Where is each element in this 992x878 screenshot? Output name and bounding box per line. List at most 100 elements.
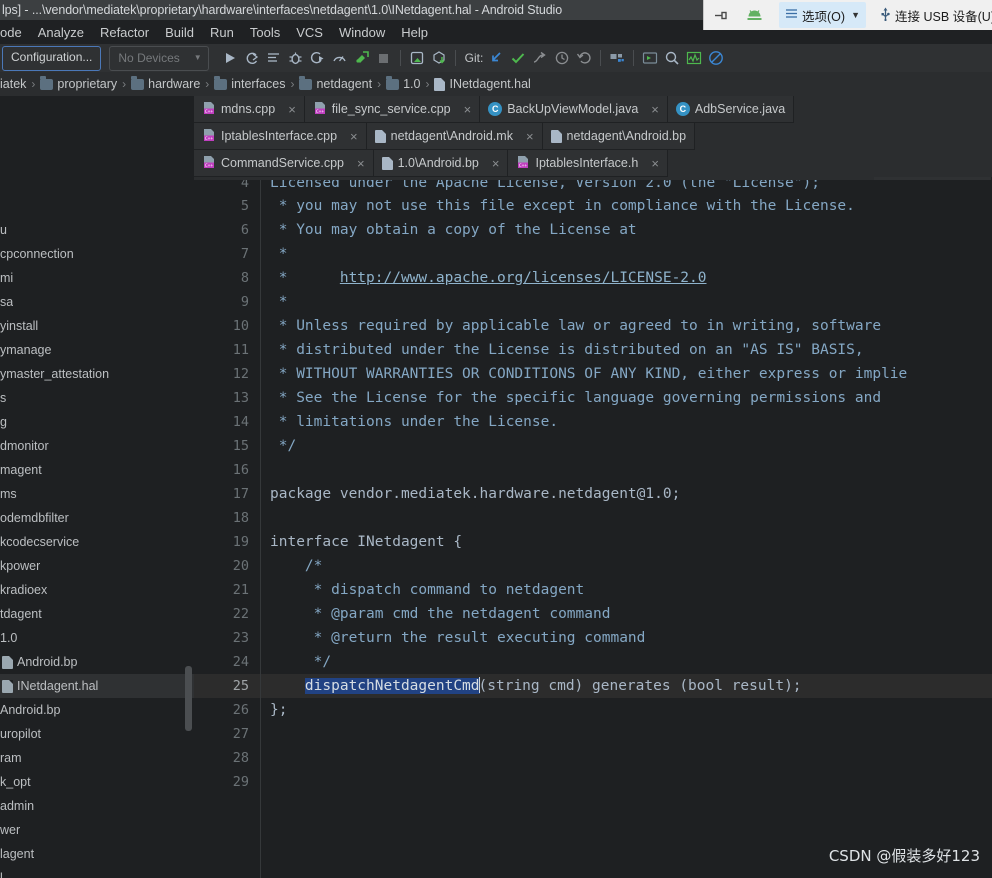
tree-item-0[interactable]: u [0, 218, 194, 242]
code-line[interactable]: * limitations under the License. [261, 410, 992, 434]
editor-tab[interactable]: C++ file_sync_service.cpp × [304, 96, 481, 123]
project-structure-icon[interactable] [606, 47, 628, 69]
breadcrumb-item-4[interactable]: netdagent [299, 75, 372, 91]
editor-tab[interactable]: C BackUpViewModel.java × [480, 96, 668, 123]
code-line[interactable]: * distributed under the License is distr… [261, 338, 992, 362]
tree-item-1[interactable]: cpconnection [0, 242, 194, 266]
sync-project-icon[interactable] [428, 47, 450, 69]
close-icon[interactable]: × [464, 102, 472, 117]
tree-item-3[interactable]: sa [0, 290, 194, 314]
tree-item-24[interactable]: admin [0, 794, 194, 818]
project-tree-scrollbar[interactable] [185, 666, 192, 731]
menu-refactor[interactable]: Refactor [92, 23, 157, 42]
breadcrumb-item-1[interactable]: proprietary [40, 75, 117, 91]
device-selector[interactable]: No Devices ▼ [109, 45, 209, 71]
tree-item-25[interactable]: wer [0, 818, 194, 842]
breadcrumb-item-3[interactable]: interfaces [214, 75, 285, 91]
profiler-icon[interactable] [329, 47, 351, 69]
history-icon[interactable] [551, 47, 573, 69]
tree-item-10[interactable]: magent [0, 458, 194, 482]
android-device-icon[interactable] [738, 2, 771, 28]
connect-usb-device-button[interactable]: 连接 USB 设备(U) ▼ [874, 2, 992, 28]
editor-tab[interactable]: C++ CommandService.cpp × [194, 150, 374, 177]
code-line[interactable]: */ [261, 650, 992, 674]
run-with-coverage-icon[interactable] [263, 47, 285, 69]
code-line[interactable]: * dispatch command to netdagent [261, 578, 992, 602]
editor-tab[interactable]: 1.0\Android.bp × [373, 150, 509, 177]
menu-code[interactable]: ode [0, 23, 30, 42]
code-line[interactable]: * you may not use this file except in co… [261, 194, 992, 218]
line-number-gutter[interactable]: 4 5 6 7 8 9 10 11 12 13 14 15 16 17 18 19 20 21 22 23 24 25 26… [194, 180, 261, 878]
tree-item-23[interactable]: k_opt [0, 770, 194, 794]
editor-tab[interactable]: netdagent\Android.bp [542, 123, 696, 150]
layout-inspector-icon[interactable] [683, 47, 705, 69]
debug-attach-icon[interactable] [241, 47, 263, 69]
breadcrumb-item-2[interactable]: hardware [131, 75, 200, 91]
tree-item-20[interactable]: Android.bp [0, 698, 194, 722]
code-line[interactable] [261, 506, 992, 530]
close-icon[interactable]: × [288, 102, 296, 117]
tree-item-26[interactable]: lagent [0, 842, 194, 866]
tree-item-16[interactable]: tdagent [0, 602, 194, 626]
pin-icon[interactable] [705, 2, 736, 28]
menu-tools[interactable]: Tools [242, 23, 288, 42]
code-content[interactable]: Licensed under the Apache License, Versi… [261, 180, 992, 878]
editor-tab[interactable]: netdagent\Android.mk × [366, 123, 543, 150]
tree-item-13[interactable]: kcodecservice [0, 530, 194, 554]
avd-manager-icon[interactable] [351, 47, 373, 69]
tree-item-2[interactable]: mi [0, 266, 194, 290]
tree-item-15[interactable]: kradioex [0, 578, 194, 602]
close-icon[interactable]: × [350, 129, 358, 144]
tree-item-4[interactable]: yinstall [0, 314, 194, 338]
code-line[interactable]: */ [261, 434, 992, 458]
close-icon[interactable]: × [526, 129, 534, 144]
editor-tab[interactable]: C++ IptablesInterface.cpp × [194, 123, 367, 150]
sdk-manager-icon[interactable] [406, 47, 428, 69]
code-line[interactable]: * [261, 242, 992, 266]
breadcrumb-item-0[interactable]: iatek [0, 77, 26, 91]
code-line[interactable]: * WITHOUT WARRANTIES OR CONDITIONS OF AN… [261, 362, 992, 386]
tree-item-14[interactable]: kpower [0, 554, 194, 578]
update-project-icon[interactable] [485, 47, 507, 69]
tree-item-11[interactable]: ms [0, 482, 194, 506]
terminal-icon[interactable] [639, 47, 661, 69]
menu-analyze[interactable]: Analyze [30, 23, 92, 42]
menu-run[interactable]: Run [202, 23, 242, 42]
tree-item-9[interactable]: dmonitor [0, 434, 194, 458]
tree-item-21[interactable]: uropilot [0, 722, 194, 746]
tree-item-7[interactable]: s [0, 386, 194, 410]
tree-item-18[interactable]: Android.bp [0, 650, 194, 674]
code-line[interactable]: * Unless required by applicable law or a… [261, 314, 992, 338]
code-line[interactable] [261, 746, 992, 770]
tree-item-17[interactable]: 1.0 [0, 626, 194, 650]
run-configuration-selector[interactable]: Configuration... [2, 45, 102, 71]
code-line[interactable] [261, 458, 992, 482]
code-line[interactable]: * You may obtain a copy of the License a… [261, 218, 992, 242]
run-icon[interactable] [219, 47, 241, 69]
search-everywhere-icon[interactable] [661, 47, 683, 69]
close-icon[interactable]: × [651, 156, 659, 171]
run-step-icon[interactable] [307, 47, 329, 69]
license-url-link[interactable]: http://www.apache.org/licenses/LICENSE-2… [340, 270, 707, 286]
code-line[interactable]: dispatchNetdagentCmd(string cmd) generat… [261, 674, 992, 698]
code-line[interactable]: interface INetdagent { [261, 530, 992, 554]
menu-vcs[interactable]: VCS [288, 23, 331, 42]
commit-icon[interactable] [507, 47, 529, 69]
close-icon[interactable]: × [492, 156, 500, 171]
code-line[interactable]: }; [261, 698, 992, 722]
menu-build[interactable]: Build [157, 23, 202, 42]
code-line[interactable]: * @return the result executing command [261, 626, 992, 650]
project-tree[interactable]: u cpconnection mi sa yinstall ymanage ymaster_… [0, 218, 194, 878]
tree-item-6[interactable]: ymaster_attestation [0, 362, 194, 386]
debug-icon[interactable] [285, 47, 307, 69]
code-line[interactable]: * http://www.apache.org/licenses/LICENSE… [261, 266, 992, 290]
code-editor[interactable]: 4 5 6 7 8 9 10 11 12 13 14 15 16 17 18 19 20 21 22 23 24 25 26… [194, 180, 992, 878]
code-line[interactable]: package vendor.mediatek.hardware.netdage… [261, 482, 992, 506]
breadcrumb-item-6[interactable]: INetdagent.hal [434, 77, 531, 91]
tree-item-19[interactable]: INetdagent.hal [0, 674, 194, 698]
code-line[interactable]: * See the License for the specific langu… [261, 386, 992, 410]
code-line[interactable]: /* [261, 554, 992, 578]
tree-item-27[interactable]: l [0, 866, 194, 878]
rollback-icon[interactable] [573, 47, 595, 69]
push-icon[interactable] [529, 47, 551, 69]
